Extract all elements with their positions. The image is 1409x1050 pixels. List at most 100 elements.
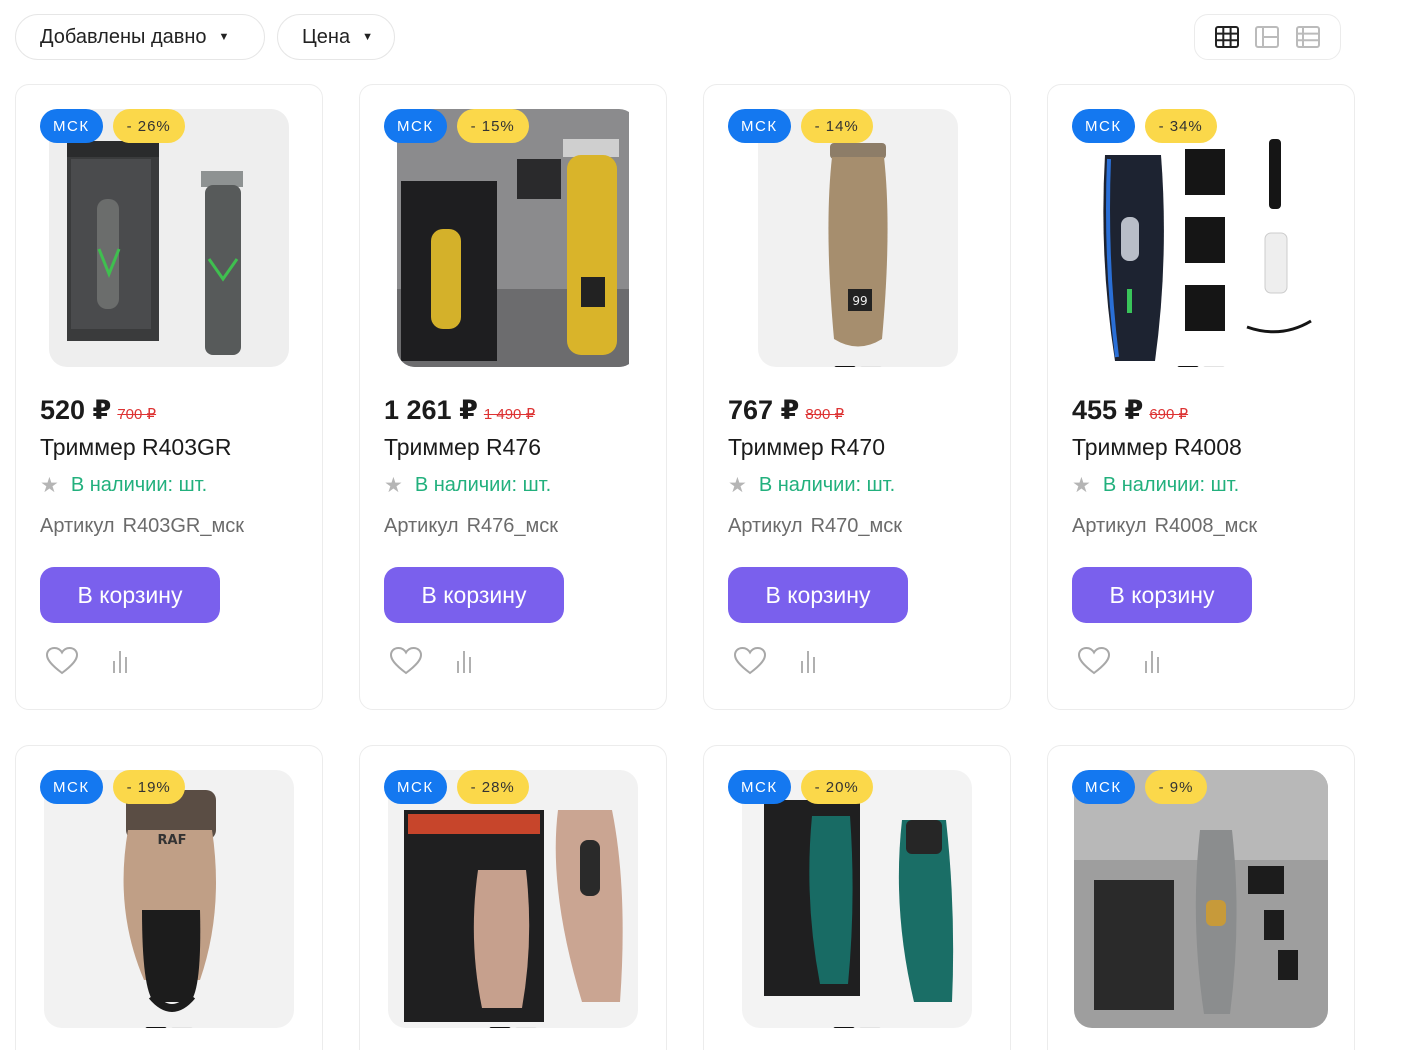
slider-dot[interactable] — [145, 1027, 167, 1028]
product-card[interactable]: МСК - 34% 455 ₽ 690 ₽ Триммер R4008 ★ В … — [1047, 84, 1355, 710]
discount-badge: - 26% — [112, 109, 185, 143]
bar-chart-icon[interactable] — [1136, 645, 1168, 677]
sku-value: R403GR_мск — [122, 515, 244, 537]
city-badge: МСК — [728, 770, 791, 804]
sku-label: Артикул — [728, 515, 803, 537]
heart-icon[interactable] — [1078, 645, 1110, 677]
discount-badge: - 28% — [456, 770, 529, 804]
price-filter-label: Цена — [302, 25, 351, 48]
badges: МСК - 19% — [40, 770, 185, 804]
price-filter-dropdown[interactable]: Цена ▼ — [277, 14, 395, 60]
image-slider-dots — [1177, 366, 1225, 367]
image-slider-dots — [145, 1027, 193, 1028]
bar-chart-icon[interactable] — [792, 645, 824, 677]
image-slider-dots — [833, 1027, 881, 1028]
sku-label: Артикул — [1072, 515, 1147, 537]
bar-chart-icon[interactable] — [104, 645, 136, 677]
add-to-cart-button[interactable]: В корзину — [384, 567, 564, 623]
star-icon[interactable]: ★ — [728, 473, 747, 498]
heart-icon[interactable] — [390, 645, 422, 677]
add-to-cart-button[interactable]: В корзину — [728, 567, 908, 623]
star-icon[interactable]: ★ — [384, 473, 403, 498]
old-price: 1 490 ₽ — [483, 406, 536, 423]
slider-dot[interactable] — [834, 366, 856, 367]
grid-view-icon[interactable] — [1214, 24, 1240, 50]
product-image[interactable] — [742, 770, 972, 1028]
price-row: 1 261 ₽ 1 490 ₽ — [384, 395, 535, 426]
discount-badge: - 34% — [1144, 109, 1217, 143]
star-icon[interactable]: ★ — [40, 473, 59, 498]
price-row: 767 ₽ 890 ₽ — [728, 395, 844, 426]
product-card[interactable]: МСК - 20% — [703, 745, 1011, 1050]
slider-dot[interactable] — [860, 366, 882, 367]
price: 455 ₽ — [1072, 395, 1144, 425]
product-image[interactable]: RAF — [44, 770, 294, 1028]
card-actions — [1078, 645, 1168, 677]
discount-badge: - 9% — [1144, 770, 1208, 804]
card-actions — [734, 645, 824, 677]
price-row: 455 ₽ 690 ₽ — [1072, 395, 1188, 426]
sku-label: Артикул — [40, 515, 115, 537]
catalog-toolbar: Добавлены давно ▼ Цена ▼ — [15, 14, 1341, 60]
product-title[interactable]: Триммер R4008 — [1072, 434, 1242, 461]
badges: МСК - 14% — [728, 109, 873, 143]
product-image[interactable] — [49, 109, 289, 367]
add-to-cart-button[interactable]: В корзину — [40, 567, 220, 623]
city-badge: МСК — [728, 109, 791, 143]
slider-dot[interactable] — [489, 1027, 511, 1028]
discount-badge: - 20% — [800, 770, 873, 804]
heart-icon[interactable] — [46, 645, 78, 677]
bar-chart-icon[interactable] — [448, 645, 480, 677]
product-card[interactable]: МСК - 28% — [359, 745, 667, 1050]
product-card[interactable]: МСК - 19% RAF — [15, 745, 323, 1050]
city-badge: МСК — [384, 770, 447, 804]
stock-label: В наличии: шт. — [1102, 474, 1240, 496]
image-slider-dots — [834, 366, 882, 367]
city-badge: МСК — [1072, 770, 1135, 804]
sku: Артикул R4008_мск — [1072, 515, 1257, 538]
slider-dot[interactable] — [171, 1027, 193, 1028]
slider-dot[interactable] — [859, 1027, 881, 1028]
stock-label: В наличии: шт. — [414, 474, 552, 496]
discount-badge: - 15% — [456, 109, 529, 143]
product-title[interactable]: Триммер R403GR — [40, 434, 231, 461]
heart-icon[interactable] — [734, 645, 766, 677]
slider-dot[interactable] — [515, 1027, 537, 1028]
product-image[interactable] — [397, 109, 637, 367]
product-card[interactable]: МСК - 14% 99 767 ₽ 890 ₽ Триммер R470 ★ … — [703, 84, 1011, 710]
old-price: 700 ₽ — [117, 406, 157, 423]
price: 1 261 ₽ — [384, 395, 478, 425]
table-view-icon[interactable] — [1295, 24, 1321, 50]
discount-badge: - 19% — [112, 770, 185, 804]
product-card[interactable]: МСК - 9% — [1047, 745, 1355, 1050]
product-card[interactable]: МСК - 26% 520 ₽ 700 ₽ Триммер R403GR ★ В… — [15, 84, 323, 710]
product-image[interactable]: 99 — [758, 109, 958, 367]
sku-label: Артикул — [384, 515, 459, 537]
city-badge: МСК — [1072, 109, 1135, 143]
sort-dropdown[interactable]: Добавлены давно ▼ — [15, 14, 265, 60]
star-icon[interactable]: ★ — [1072, 473, 1091, 498]
list-view-icon[interactable] — [1254, 24, 1280, 50]
view-switcher — [1194, 14, 1341, 60]
sku: Артикул R476_мск — [384, 515, 558, 538]
badges: МСК - 26% — [40, 109, 185, 143]
badges: МСК - 28% — [384, 770, 529, 804]
svg-text:RAF: RAF — [158, 833, 187, 848]
price: 520 ₽ — [40, 395, 112, 425]
stock-status: ★ В наличии: шт. — [1072, 473, 1239, 498]
slider-dot[interactable] — [1177, 366, 1199, 367]
sku-value: R470_мск — [810, 515, 902, 537]
product-card[interactable]: МСК - 15% 1 261 ₽ 1 490 ₽ Триммер R476 ★… — [359, 84, 667, 710]
product-image[interactable] — [388, 770, 638, 1028]
product-title[interactable]: Триммер R476 — [384, 434, 541, 461]
product-title[interactable]: Триммер R470 — [728, 434, 885, 461]
slider-dot[interactable] — [1203, 366, 1225, 367]
slider-dot[interactable] — [833, 1027, 855, 1028]
product-image[interactable] — [1081, 109, 1321, 367]
city-badge: МСК — [40, 109, 103, 143]
sku-value: R476_мск — [466, 515, 558, 537]
add-to-cart-button[interactable]: В корзину — [1072, 567, 1252, 623]
product-image[interactable] — [1074, 770, 1328, 1028]
badges: МСК - 9% — [1072, 770, 1208, 804]
stock-status: ★ В наличии: шт. — [40, 473, 207, 498]
